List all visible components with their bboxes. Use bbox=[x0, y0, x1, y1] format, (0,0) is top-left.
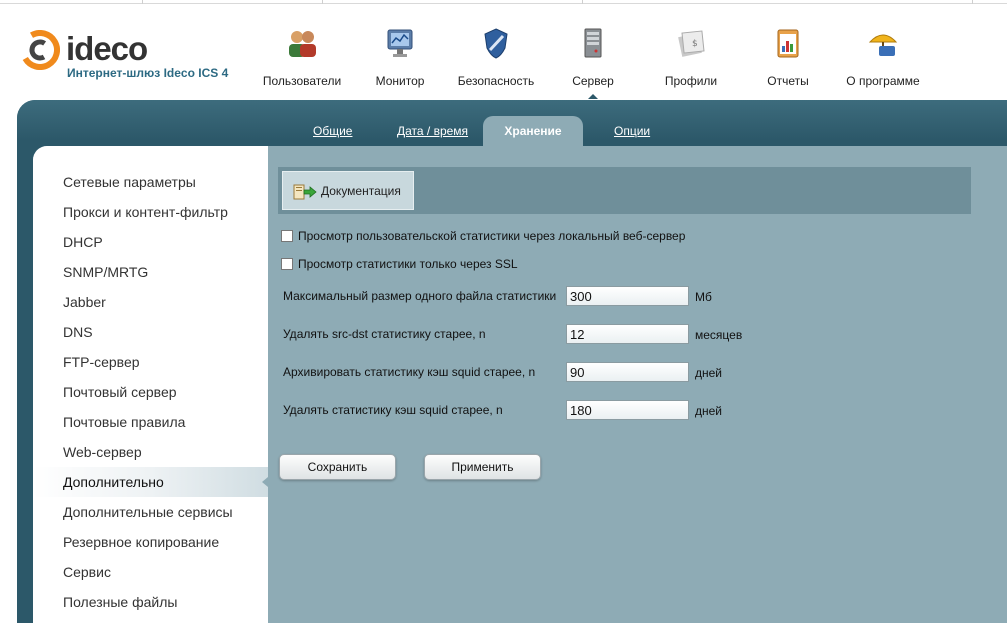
main-panel: Общие Дата / время Хранение Опции Сетевы… bbox=[17, 100, 1007, 623]
nav-label-security: Безопасность bbox=[457, 74, 535, 88]
sidebar-item-web-server[interactable]: Web-сервер bbox=[33, 437, 268, 467]
apply-button[interactable]: Применить bbox=[424, 454, 541, 480]
sidebar-item-useful-files[interactable]: Полезные файлы bbox=[33, 587, 268, 617]
src-dst-retention-input[interactable] bbox=[566, 324, 689, 344]
sidebar-item-snmp[interactable]: SNMP/MRTG bbox=[33, 257, 268, 287]
squid-archive-label: Архивировать статистику кэш squid старее… bbox=[283, 365, 536, 379]
squid-delete-label: Удалять статистику кэш squid старее, n bbox=[283, 403, 503, 417]
sidebar-item-jabber[interactable]: Jabber bbox=[33, 287, 268, 317]
nav-active-caret bbox=[588, 94, 598, 99]
logo: ideco Интернет-шлюз Ideco ICS 4 bbox=[20, 28, 250, 84]
about-icon bbox=[868, 34, 898, 56]
sidebar: Сетевые параметры Прокси и контент-фильт… bbox=[33, 146, 268, 623]
nav-label-reports: Отчеты bbox=[767, 74, 809, 88]
sidebar-item-mail-rules[interactable]: Почтовые правила bbox=[33, 407, 268, 437]
save-button[interactable]: Сохранить bbox=[279, 454, 396, 480]
src-dst-retention-unit: месяцев bbox=[695, 328, 743, 342]
content-area: Сетевые параметры Прокси и контент-фильт… bbox=[33, 146, 1007, 623]
logo-mark-icon bbox=[20, 30, 60, 70]
src-dst-retention-label: Удалять src-dst статистику старее, n bbox=[283, 327, 486, 341]
documentation-icon bbox=[293, 184, 317, 200]
tab-storage[interactable]: Хранение bbox=[483, 116, 583, 148]
checkbox-ssl-only[interactable]: Просмотр статистики только через SSL bbox=[281, 256, 518, 274]
squid-delete-unit: дней bbox=[695, 404, 723, 418]
nav-item-security[interactable]: Безопасность bbox=[453, 26, 539, 96]
nav-item-about[interactable]: О программе bbox=[842, 26, 924, 96]
nav-label-users: Пользователи bbox=[262, 74, 342, 88]
documentation-button[interactable]: Документация bbox=[282, 171, 414, 210]
nav-item-profiles[interactable]: $ Профили bbox=[658, 26, 724, 96]
sidebar-item-proxy[interactable]: Прокси и контент-фильтр bbox=[33, 197, 268, 227]
profiles-icon: $ bbox=[678, 30, 705, 57]
nav-label-server: Сервер bbox=[572, 74, 614, 88]
sidebar-item-backup[interactable]: Резервное копирование bbox=[33, 527, 268, 557]
logo-subtitle: Интернет-шлюз Ideco ICS 4 bbox=[67, 66, 229, 80]
sidebar-item-extra-services[interactable]: Дополнительные сервисы bbox=[33, 497, 268, 527]
sidebar-item-ftp[interactable]: FTP-сервер bbox=[33, 347, 268, 377]
checkbox-box[interactable] bbox=[281, 229, 293, 242]
nav-label-monitor: Монитор bbox=[375, 74, 425, 88]
shield-icon bbox=[484, 28, 508, 59]
sidebar-item-dns[interactable]: DNS bbox=[33, 317, 268, 347]
monitor-icon bbox=[387, 29, 413, 57]
sidebar-item-dhcp[interactable]: DHCP bbox=[33, 227, 268, 257]
sidebar-item-network[interactable]: Сетевые параметры bbox=[33, 167, 268, 197]
tab-general[interactable]: Общие bbox=[313, 124, 352, 138]
sidebar-active-arrow bbox=[262, 477, 268, 487]
svg-text:$: $ bbox=[692, 39, 698, 49]
squid-archive-unit: дней bbox=[695, 366, 723, 380]
max-file-size-unit: Мб bbox=[695, 290, 712, 304]
nav-label-about: О программе bbox=[846, 74, 920, 88]
tab-options[interactable]: Опции bbox=[614, 124, 650, 138]
checkbox-label: Просмотр статистики только через SSL bbox=[298, 256, 518, 271]
sidebar-item-service[interactable]: Сервис bbox=[33, 557, 268, 587]
nav-item-users[interactable]: Пользователи bbox=[260, 26, 344, 96]
documentation-label: Документация bbox=[321, 184, 401, 198]
nav-label-profiles: Профили bbox=[664, 74, 718, 88]
window-top-border bbox=[0, 0, 1007, 4]
max-file-size-input[interactable] bbox=[566, 286, 689, 306]
squid-archive-input[interactable] bbox=[566, 362, 689, 382]
server-icon bbox=[584, 28, 602, 58]
users-icon bbox=[289, 31, 316, 57]
toolbar: Документация bbox=[278, 167, 971, 214]
nav-item-monitor[interactable]: Монитор bbox=[370, 26, 430, 96]
nav-item-server[interactable]: Сервер bbox=[563, 26, 623, 99]
reports-icon bbox=[777, 29, 799, 58]
nav-item-reports[interactable]: Отчеты bbox=[758, 26, 818, 96]
squid-delete-input[interactable] bbox=[566, 400, 689, 420]
max-file-size-label: Максимальный размер одного файла статист… bbox=[283, 289, 557, 303]
logo-text: ideco bbox=[66, 30, 148, 67]
sidebar-item-advanced[interactable]: Дополнительно bbox=[33, 467, 268, 497]
sidebar-item-mail-server[interactable]: Почтовый сервер bbox=[33, 377, 268, 407]
subtabs-bar: Общие Дата / время Хранение Опции bbox=[17, 100, 1007, 148]
checkbox-box[interactable] bbox=[281, 257, 293, 270]
sidebar-item-advanced-label: Дополнительно bbox=[63, 474, 164, 490]
checkbox-local-web-stats[interactable]: Просмотр пользовательской статистики чер… bbox=[281, 228, 685, 246]
checkbox-label: Просмотр пользовательской статистики чер… bbox=[298, 228, 686, 243]
tab-date-time[interactable]: Дата / время bbox=[397, 124, 468, 138]
